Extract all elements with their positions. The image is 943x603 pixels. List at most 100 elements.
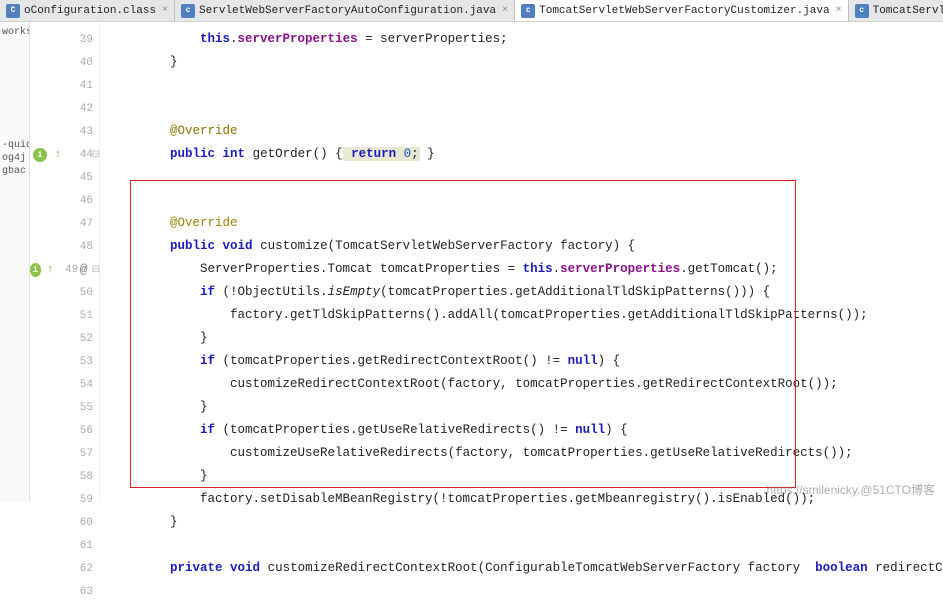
gutter-line: 55: [30, 396, 99, 419]
sidebar-item[interactable]: og4j: [0, 152, 29, 165]
close-icon[interactable]: ×: [162, 5, 168, 16]
code-line: if (!ObjectUtils.isEmpty(tomcatPropertie…: [100, 281, 943, 304]
tab-tomcatservlet-partial[interactable]: c TomcatServlet: [849, 0, 943, 21]
gutter-line: 62: [30, 557, 99, 580]
code-line: private void customizeRedirectContextRoo…: [100, 557, 943, 580]
code-area[interactable]: this.serverProperties = serverProperties…: [100, 22, 943, 502]
code-line: public void customize(TomcatServletWebSe…: [100, 235, 943, 258]
code-line: if (tomcatProperties.getRedirectContextR…: [100, 350, 943, 373]
code-line: @Override: [100, 120, 943, 143]
line-number: 41: [69, 80, 93, 92]
code-line: factory.getTldSkipPatterns().addAll(tomc…: [100, 304, 943, 327]
project-sidebar[interactable]: workspe -quick og4j gbac: [0, 22, 30, 502]
sidebar-item[interactable]: -quick: [0, 139, 29, 152]
line-number: 58: [69, 471, 93, 483]
sidebar-spacer: [0, 39, 29, 139]
watermark: https://smilenicky.@51CTO博客: [767, 481, 935, 498]
code-line: @Override: [100, 212, 943, 235]
line-number: 40: [69, 57, 93, 69]
line-number: 45: [69, 172, 93, 184]
line-number: 54: [69, 379, 93, 391]
gutter-line: 63: [30, 580, 99, 603]
line-number: 56: [69, 425, 93, 437]
code-line: if (tomcatProperties.getUseRelativeRedir…: [100, 419, 943, 442]
tab-oconfiguration[interactable]: C oConfiguration.class ×: [0, 0, 175, 21]
line-number: 43: [69, 126, 93, 138]
code-line: [100, 74, 943, 97]
gutter-line: 45: [30, 166, 99, 189]
java-file-icon: c: [521, 4, 535, 18]
code-line: }: [100, 51, 943, 74]
override-marker-icon[interactable]: i: [30, 263, 41, 277]
line-number: 47: [69, 218, 93, 230]
gutter: 3940414243i↑44⊟45464748i↑49@⊟50515253545…: [30, 22, 100, 502]
implements-arrow-icon[interactable]: ↑: [51, 148, 65, 162]
code-line: customizeUseRelativeRedirects(factory, t…: [100, 442, 943, 465]
line-number: 63: [69, 586, 93, 598]
override-marker-icon[interactable]: i: [33, 148, 47, 162]
code-line: [100, 189, 943, 212]
gutter-line: 54: [30, 373, 99, 396]
gutter-line: 58: [30, 465, 99, 488]
code-line: [100, 166, 943, 189]
line-number: 44: [69, 149, 93, 161]
line-number: 42: [69, 103, 93, 115]
code-line: [100, 97, 943, 120]
tab-label: ServletWebServerFactoryAutoConfiguration…: [199, 5, 496, 17]
gutter-line: 56: [30, 419, 99, 442]
fold-icon[interactable]: ⊟: [92, 264, 100, 276]
line-number: 48: [69, 241, 93, 253]
tab-label: TomcatServlet: [873, 5, 943, 17]
editor-tabs-bar: C oConfiguration.class × c ServletWebSer…: [0, 0, 943, 22]
code-line: [100, 534, 943, 557]
main-area: workspe -quick og4j gbac 3940414243i↑44⊟…: [0, 22, 943, 502]
tab-label: oConfiguration.class: [24, 5, 156, 17]
implements-arrow-icon[interactable]: ↑: [45, 263, 56, 277]
editor[interactable]: 3940414243i↑44⊟45464748i↑49@⊟50515253545…: [30, 22, 943, 502]
gutter-line: 59: [30, 488, 99, 511]
gutter-line: i ↑ 49@⊟: [30, 258, 99, 281]
gutter-line: 50: [30, 281, 99, 304]
line-number: 49: [60, 264, 79, 276]
gutter-line: 61: [30, 534, 99, 557]
sidebar-item[interactable]: workspe: [0, 26, 29, 39]
line-number: 39: [69, 34, 93, 46]
line-number: 55: [69, 402, 93, 414]
close-icon[interactable]: ×: [836, 5, 842, 16]
at-marker-icon[interactable]: @: [78, 263, 89, 277]
code-line: public int getOrder() { return 0; }: [100, 143, 943, 166]
sidebar-item[interactable]: gbac: [0, 165, 29, 178]
code-line: ServerProperties.Tomcat tomcatProperties…: [100, 258, 943, 281]
gutter-line: 43: [30, 120, 99, 143]
line-number: 60: [69, 517, 93, 529]
tab-tomcatservletwebserverfactorycustomizer[interactable]: c TomcatServletWebServerFactoryCustomize…: [515, 0, 848, 21]
line-number: 59: [69, 494, 93, 506]
code-line: }: [100, 396, 943, 419]
gutter-line: 41: [30, 74, 99, 97]
code-line: }: [100, 327, 943, 350]
gutter-line: i ↑ 44⊟: [30, 143, 99, 166]
fold-icon[interactable]: ⊟: [92, 149, 100, 161]
java-file-icon: c: [181, 4, 195, 18]
tab-servletwebserverfactoryautoconfiguration[interactable]: c ServletWebServerFactoryAutoConfigurati…: [175, 0, 515, 21]
gutter-line: 47: [30, 212, 99, 235]
gutter-line: 40: [30, 51, 99, 74]
gutter-line: 52: [30, 327, 99, 350]
line-number: 50: [69, 287, 93, 299]
line-number: 51: [69, 310, 93, 322]
close-icon[interactable]: ×: [502, 5, 508, 16]
line-number: 52: [69, 333, 93, 345]
line-number: 62: [69, 563, 93, 575]
code-line: customizeRedirectContextRoot(factory, to…: [100, 373, 943, 396]
line-number: 57: [69, 448, 93, 460]
gutter-line: 51: [30, 304, 99, 327]
code-line: }: [100, 511, 943, 534]
class-file-icon: C: [6, 4, 20, 18]
code-line: this.serverProperties = serverProperties…: [100, 28, 943, 51]
gutter-line: 39: [30, 28, 99, 51]
gutter-line: 53: [30, 350, 99, 373]
line-number: 46: [69, 195, 93, 207]
gutter-line: 46: [30, 189, 99, 212]
gutter-line: 57: [30, 442, 99, 465]
java-file-icon: c: [855, 4, 869, 18]
